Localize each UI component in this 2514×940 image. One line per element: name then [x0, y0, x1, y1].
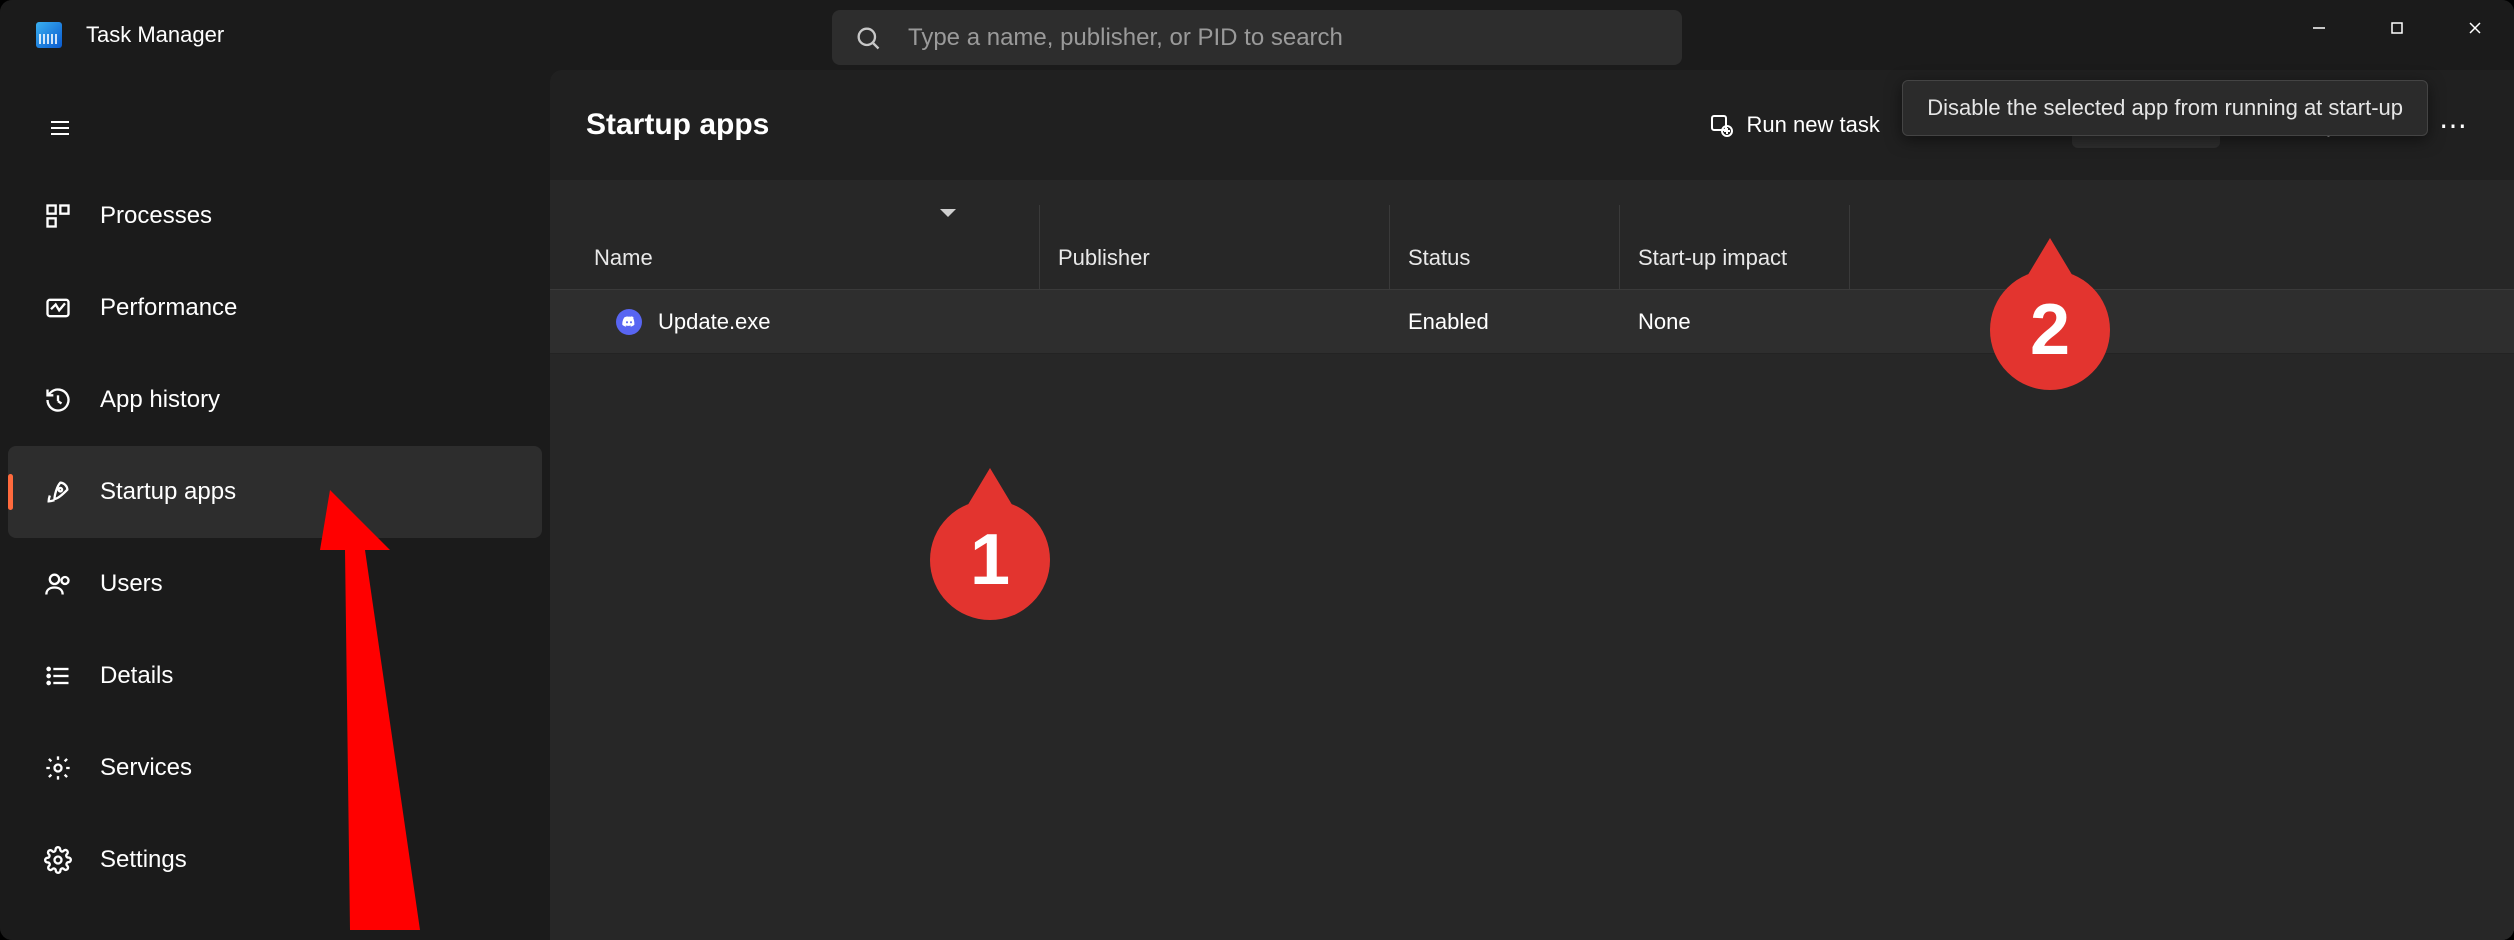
app-title: Task Manager	[86, 22, 224, 48]
app-icon	[36, 22, 62, 48]
sidebar: Processes Performance App history	[0, 70, 550, 940]
gear-icon	[44, 754, 72, 782]
sidebar-item-label: Settings	[100, 846, 187, 874]
sidebar-item-users[interactable]: Users	[8, 538, 542, 630]
more-button[interactable]: ⋯	[2432, 102, 2478, 148]
sidebar-item-label: Services	[100, 754, 192, 782]
sidebar-item-label: Details	[100, 662, 173, 690]
main-panel: Startup apps Run new task Enable	[550, 70, 2514, 940]
maximize-button[interactable]	[2358, 0, 2436, 55]
annotation-badge-1: 1	[930, 500, 1050, 620]
page-title: Startup apps	[586, 108, 1675, 142]
sidebar-item-label: App history	[100, 386, 220, 414]
titlebar-left: Task Manager	[0, 22, 550, 48]
col-header-impact[interactable]: Start-up impact	[1620, 245, 1850, 271]
hamburger-button[interactable]	[36, 104, 84, 152]
table-empty-area	[550, 354, 2514, 940]
minimize-button[interactable]	[2280, 0, 2358, 55]
col-header-name[interactable]: Name	[550, 245, 1040, 271]
sidebar-item-performance[interactable]: Performance	[8, 262, 542, 354]
sidebar-item-services[interactable]: Services	[8, 722, 542, 814]
action-label: Run new task	[1747, 112, 1880, 138]
sidebar-item-label: Startup apps	[100, 478, 236, 506]
sidebar-item-settings[interactable]: Settings	[8, 814, 542, 906]
close-button[interactable]	[2436, 0, 2514, 55]
sidebar-item-label: Performance	[100, 294, 237, 322]
search-icon	[854, 24, 882, 52]
disable-tooltip: Disable the selected app from running at…	[1902, 80, 2428, 136]
startup-apps-table: Name Publisher Status Start-up impact	[550, 180, 2514, 940]
annotation-badge-2: 2	[1990, 270, 2110, 390]
run-task-icon	[1709, 113, 1733, 137]
sidebar-item-label: Processes	[100, 202, 212, 230]
search-input[interactable]	[908, 24, 1660, 52]
table-row[interactable]: Update.exe Enabled None	[550, 290, 2514, 354]
run-new-task-button[interactable]: Run new task	[1691, 102, 1898, 148]
cell-status: Enabled	[1408, 309, 1489, 335]
sidebar-item-label: Users	[100, 570, 163, 598]
annotation-arrow	[310, 490, 440, 930]
activity-icon	[44, 294, 72, 322]
table-header-row: Name Publisher Status Start-up impact	[550, 180, 2514, 290]
sidebar-item-details[interactable]: Details	[8, 630, 542, 722]
list-icon	[44, 662, 72, 690]
window-controls	[2280, 0, 2514, 55]
titlebar: Task Manager	[0, 0, 2514, 70]
sidebar-item-app-history[interactable]: App history	[8, 354, 542, 446]
sidebar-item-processes[interactable]: Processes	[8, 170, 542, 262]
grid-icon	[44, 202, 72, 230]
search-bar[interactable]	[832, 10, 1682, 65]
settings-icon	[44, 846, 72, 874]
discord-icon	[616, 309, 642, 335]
col-header-publisher[interactable]: Publisher	[1040, 245, 1390, 271]
sidebar-item-startup-apps[interactable]: Startup apps	[8, 446, 542, 538]
users-icon	[44, 570, 72, 598]
nav-list: Processes Performance App history	[0, 170, 550, 906]
cell-name: Update.exe	[658, 309, 771, 335]
col-header-status[interactable]: Status	[1390, 245, 1620, 271]
cell-impact: None	[1638, 309, 1691, 335]
rocket-icon	[44, 478, 72, 506]
history-icon	[44, 386, 72, 414]
